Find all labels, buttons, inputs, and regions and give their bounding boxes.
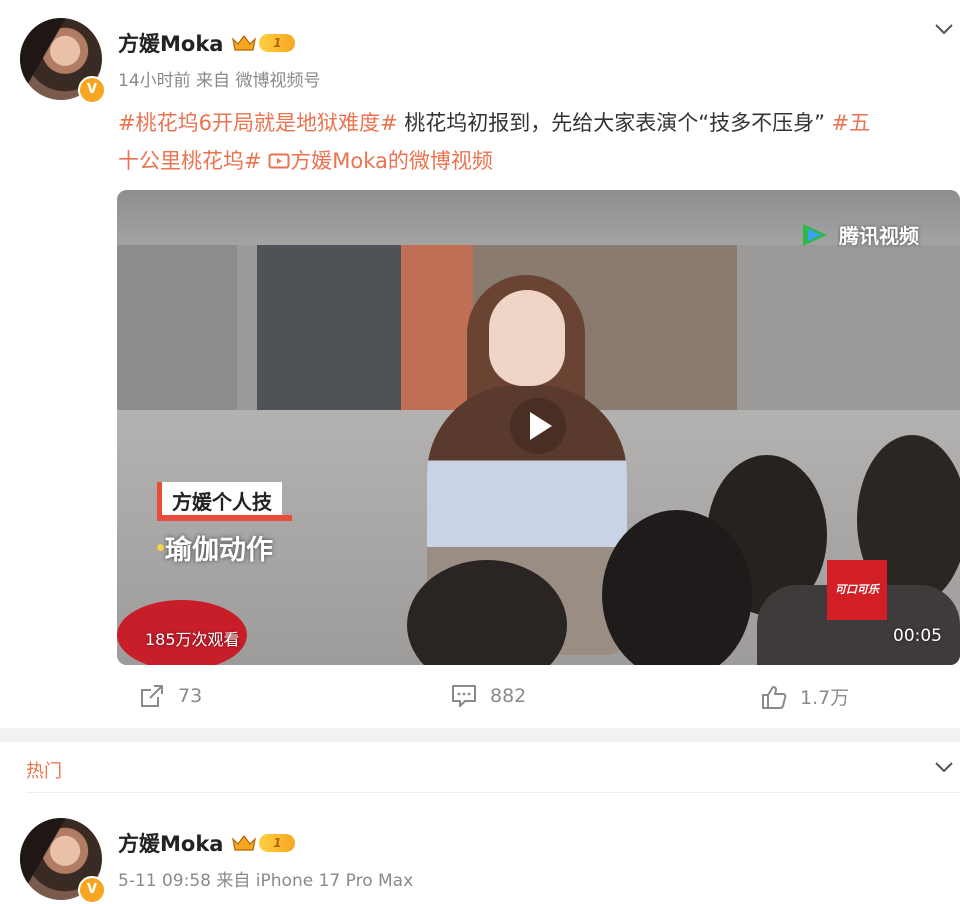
chevron-down-icon[interactable] — [934, 22, 954, 36]
like-count: 1.7万 — [800, 687, 850, 709]
like-button[interactable]: 1.7万 — [760, 683, 849, 710]
comment-button[interactable]: 882 — [450, 683, 526, 709]
post-source[interactable]: 微博视频号 — [235, 71, 320, 91]
repost-icon — [141, 685, 163, 707]
tencent-video-icon — [803, 223, 827, 246]
topic-link[interactable]: 十公里桃花坞# — [118, 149, 262, 173]
author-name[interactable]: 方媛Moka — [118, 828, 223, 858]
separator-line — [26, 792, 960, 793]
crown-icon — [232, 35, 257, 51]
topic-link[interactable]: #五 — [832, 111, 871, 135]
video-caption-title: 方媛个人技 — [157, 482, 282, 519]
repost-button[interactable]: 73 — [138, 683, 202, 709]
post-meta: 5-11 09:58 来自 iPhone 17 Pro Max — [118, 866, 413, 891]
post-time: 5-11 09:58 — [118, 871, 211, 891]
vip-badge: 1 — [231, 33, 296, 53]
section-divider — [0, 728, 960, 742]
vip-level: 1 — [259, 834, 296, 852]
video-link[interactable]: 方媛Moka的微博视频 — [268, 149, 493, 173]
view-count: 185万次观看 — [145, 630, 240, 649]
topic-link[interactable]: #桃花坞6开局就是地狱难度# — [118, 111, 398, 135]
video-duration: 00:05 — [893, 626, 942, 646]
post-text: #桃花坞6开局就是地狱难度# 桃花坞初报到，先给大家表演个“技多不压身” #五 … — [118, 104, 948, 180]
video-icon — [268, 153, 290, 169]
vip-level: 1 — [259, 34, 296, 52]
video-caption-subtitle: 瑜伽动作 — [165, 535, 273, 566]
sponsor-logo: 可口可乐 — [827, 560, 887, 620]
comment-icon — [452, 685, 476, 707]
vip-badge: 1 — [231, 833, 296, 853]
source-prefix: 来自 — [196, 71, 231, 91]
chevron-down-icon[interactable] — [934, 760, 954, 774]
post-meta: 14小时前 来自 微博视频号 — [118, 66, 320, 91]
post-time: 14小时前 — [118, 71, 191, 91]
section-label-hot[interactable]: 热门 — [26, 757, 62, 783]
post-source[interactable]: iPhone 17 Pro Max — [256, 871, 413, 891]
crown-icon — [232, 835, 257, 851]
repost-count: 73 — [178, 685, 203, 707]
video-player[interactable]: 可口可乐 腾讯视频 方媛个人技 瑜伽动作 185万次观看 00:05 — [117, 190, 960, 665]
source-prefix: 来自 — [216, 871, 251, 891]
verified-badge-icon: V — [78, 876, 106, 904]
tencent-video-watermark: 腾讯视频 — [799, 220, 919, 249]
post-body: 桃花坞初报到，先给大家表演个“技多不压身” — [397, 111, 832, 135]
comment-count: 882 — [490, 685, 527, 707]
play-icon[interactable] — [510, 398, 566, 454]
thumbs-up-icon — [762, 685, 787, 709]
author-name[interactable]: 方媛Moka — [118, 28, 223, 58]
verified-badge-icon: V — [78, 76, 106, 104]
